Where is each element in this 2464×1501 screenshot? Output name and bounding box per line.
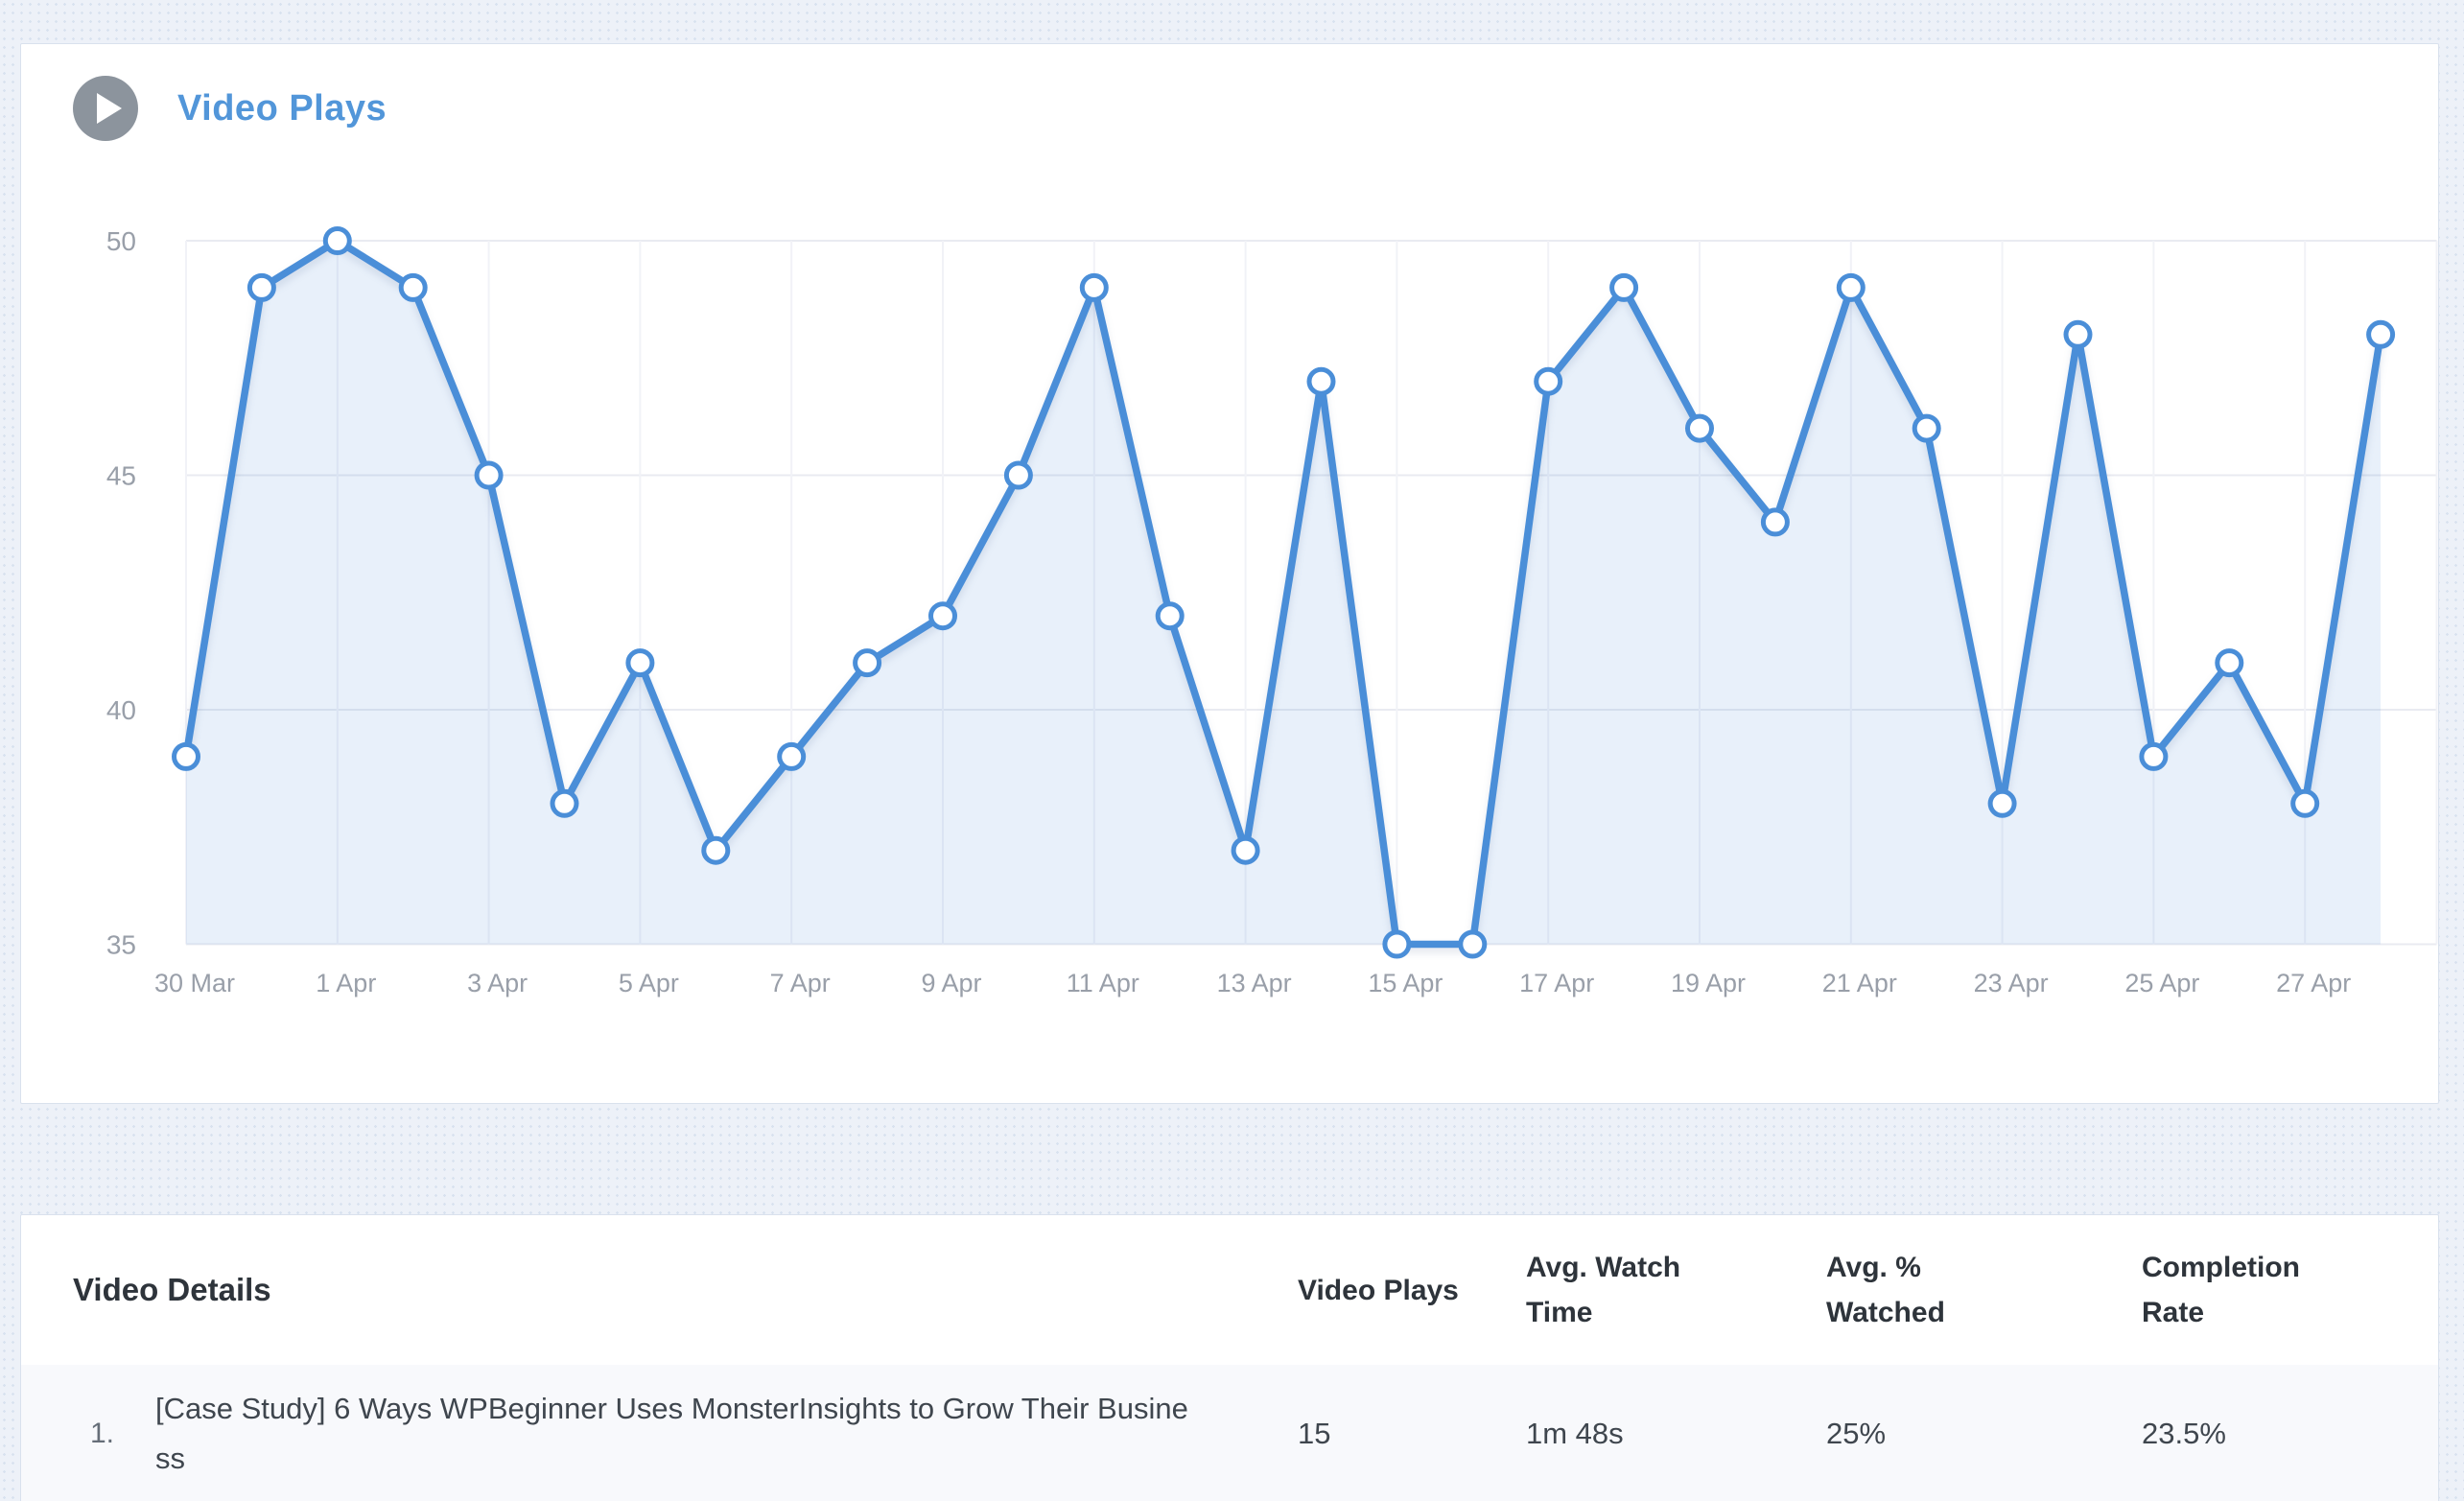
column-header-avg-watch-time: Avg. Watch Time (1526, 1245, 1826, 1335)
dashboard-page: Video Plays 50 45 40 35 30 Mar 1 Apr 3 Apr 5 Ap… (0, 0, 2464, 1501)
column-header-avg-pct-watched: Avg. % Watched (1826, 1245, 2142, 1335)
data-point[interactable] (1233, 838, 1257, 862)
data-point[interactable] (1006, 463, 1030, 487)
data-point[interactable] (1763, 510, 1787, 534)
x-axis-label: 30 Mar (154, 969, 235, 997)
data-point[interactable] (931, 604, 955, 628)
x-axis-label: 5 Apr (619, 969, 679, 997)
data-point[interactable] (249, 275, 273, 299)
play-icon (73, 76, 138, 141)
y-axis-label: 35 (106, 930, 136, 960)
video-plays-cell: 15 (1298, 1417, 1526, 1451)
x-axis-label: 19 Apr (1671, 969, 1746, 997)
chart-title: Video Plays (177, 88, 387, 129)
data-point[interactable] (1612, 275, 1636, 299)
data-point[interactable] (1839, 275, 1863, 299)
row-number: 1. (73, 1418, 155, 1450)
data-point[interactable] (2369, 322, 2393, 346)
video-title-cell[interactable]: [Case Study] 6 Ways WPBeginner Uses Mons… (155, 1384, 1201, 1484)
data-point[interactable] (780, 744, 804, 768)
x-axis-labels: 30 Mar 1 Apr 3 Apr 5 Apr 7 Apr 9 Apr 11 Apr 13 … (154, 969, 2351, 997)
table-title: Video Details (73, 1272, 1298, 1308)
data-point[interactable] (1309, 369, 1333, 393)
data-point[interactable] (325, 229, 349, 253)
data-point[interactable] (1914, 416, 1938, 440)
x-axis-label: 7 Apr (770, 969, 831, 997)
data-point[interactable] (2066, 322, 2090, 346)
completion-rate-cell: 23.5% (2142, 1417, 2386, 1451)
video-plays-card: Video Plays 50 45 40 35 30 Mar 1 Apr 3 Apr 5 Ap… (20, 43, 2439, 1104)
x-axis-label: 13 Apr (1217, 969, 1292, 997)
x-axis-label: 11 Apr (1067, 969, 1139, 997)
y-axis-labels: 50 45 40 35 (106, 226, 136, 960)
data-point[interactable] (1385, 932, 1409, 956)
data-point[interactable] (1158, 604, 1182, 628)
data-point[interactable] (704, 838, 728, 862)
data-point[interactable] (2293, 791, 2317, 815)
column-header-completion-rate: Completion Rate (2142, 1245, 2386, 1335)
play-triangle-glyph (97, 93, 122, 124)
y-axis-label: 50 (106, 226, 136, 256)
data-point[interactable] (1082, 275, 1106, 299)
data-point[interactable] (1990, 791, 2014, 815)
avg-pct-watched-cell: 25% (1826, 1417, 2142, 1451)
x-axis-label: 1 Apr (316, 969, 376, 997)
data-point[interactable] (175, 744, 199, 768)
data-point[interactable] (2218, 651, 2241, 675)
y-axis-label: 45 (106, 461, 136, 491)
data-point[interactable] (552, 791, 576, 815)
data-point[interactable] (1461, 932, 1485, 956)
x-axis-label: 9 Apr (921, 969, 981, 997)
x-axis-label: 17 Apr (1519, 969, 1594, 997)
chart-header: Video Plays (73, 76, 387, 141)
x-axis-label: 25 Apr (2124, 969, 2199, 997)
video-plays-chart: 50 45 40 35 30 Mar 1 Apr 3 Apr 5 Apr 7 Apr 9 Apr 1… (21, 44, 2438, 1103)
column-header-video-plays: Video Plays (1298, 1268, 1526, 1313)
data-point[interactable] (1688, 416, 1712, 440)
data-point[interactable] (856, 651, 880, 675)
x-axis-label: 15 Apr (1368, 969, 1443, 997)
y-axis-label: 40 (106, 695, 136, 725)
data-point[interactable] (477, 463, 501, 487)
x-axis-label: 3 Apr (467, 969, 528, 997)
table-row: 1. [Case Study] 6 Ways WPBeginner Uses M… (21, 1365, 2438, 1501)
x-axis-label: 21 Apr (1822, 969, 1897, 997)
data-point[interactable] (401, 275, 425, 299)
data-point[interactable] (2142, 744, 2166, 768)
table-header-row: Video Details Video Plays Avg. Watch Tim… (21, 1215, 2438, 1365)
x-axis-label: 27 Apr (2276, 969, 2351, 997)
data-point[interactable] (628, 651, 652, 675)
avg-watch-time-cell: 1m 48s (1526, 1417, 1826, 1451)
video-details-card: Video Details Video Plays Avg. Watch Tim… (20, 1214, 2439, 1501)
x-axis-label: 23 Apr (1974, 969, 2049, 997)
data-point[interactable] (1537, 369, 1561, 393)
